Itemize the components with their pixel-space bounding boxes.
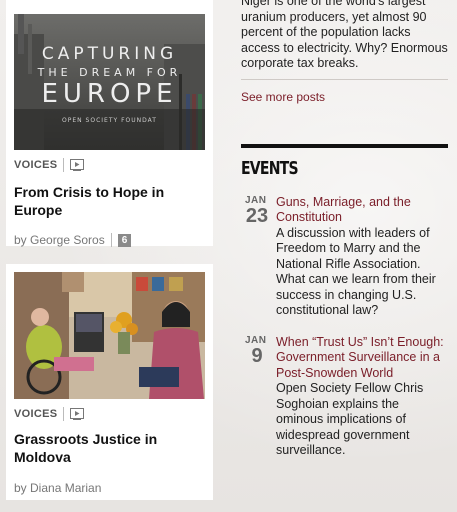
event-item: JAN 9 When “Trust Us” Isn’t Enough: Gove…: [241, 335, 448, 459]
post-byline[interactable]: by Diana Marian: [14, 481, 101, 495]
divider: [241, 78, 448, 80]
event-title-link[interactable]: When “Trust Us” Isn’t Enough: Government…: [276, 335, 448, 382]
thumbnail-title-line3: EUROPE: [41, 79, 178, 109]
event-day: 23: [245, 204, 269, 227]
divider: [63, 407, 65, 421]
post-card[interactable]: CAPTURING THE DREAM FOR EUROPE OPEN SOCI…: [6, 0, 213, 247]
comment-count-badge[interactable]: 6: [117, 233, 132, 247]
post-card[interactable]: VOICES Grassroots Justice in Moldova by …: [6, 264, 213, 500]
event-month: JAN: [245, 334, 267, 346]
event-title-link[interactable]: Guns, Marriage, and the Constitution: [276, 195, 448, 226]
category-label[interactable]: VOICES: [14, 159, 57, 171]
see-more-posts-link[interactable]: See more posts: [241, 90, 448, 104]
event-date: JAN 23: [241, 195, 276, 319]
thumbnail-title-line2: THE DREAM FOR: [37, 66, 182, 79]
thumbnail-title-line1: CAPTURING: [41, 44, 178, 64]
divider: [110, 233, 112, 247]
post-title[interactable]: From Crisis to Hope in Europe: [14, 183, 205, 219]
sidebar: Niger is one of the world's largest uran…: [241, 0, 448, 459]
category-label[interactable]: VOICES: [14, 408, 57, 420]
event-date: JAN 9: [241, 335, 276, 459]
event-day: 9: [251, 344, 263, 367]
event-month: JAN: [245, 194, 267, 206]
events-heading: EVENTS: [241, 157, 299, 179]
video-icon: [70, 408, 85, 420]
video-icon: [70, 159, 85, 171]
post-title[interactable]: Grassroots Justice in Moldova: [14, 430, 205, 466]
events-divider: [241, 143, 448, 148]
sidebar-intro-text: Niger is one of the world's largest uran…: [241, 0, 448, 70]
thumbnail-image: [14, 272, 205, 399]
post-byline[interactable]: by George Soros: [14, 233, 105, 247]
thumbnail-footer: OPEN SOCIETY FOUNDAT: [62, 117, 157, 124]
video-thumbnail[interactable]: [14, 272, 205, 399]
divider: [63, 158, 65, 172]
event-item: JAN 23 Guns, Marriage, and the Constitut…: [241, 195, 448, 319]
video-thumbnail[interactable]: CAPTURING THE DREAM FOR EUROPE OPEN SOCI…: [14, 14, 205, 150]
event-description: A discussion with leaders of Freedom to …: [276, 225, 436, 318]
event-description: Open Society Fellow Chris Soghoian expla…: [276, 381, 424, 457]
